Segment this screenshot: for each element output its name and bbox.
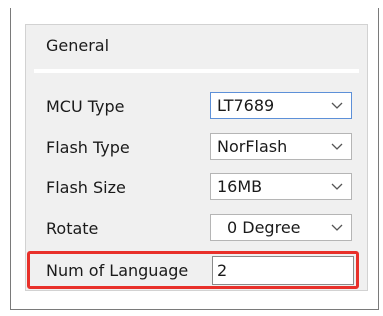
mcu-type-select[interactable]: LT7689 [210, 92, 352, 119]
chevron-down-icon [331, 102, 343, 109]
rotate-value: 0 Degree [227, 218, 301, 237]
flash-size-label: Flash Size [46, 178, 126, 197]
mcu-type-label: MCU Type [46, 97, 125, 116]
groupbox-divider [34, 69, 359, 73]
chevron-down-icon [331, 143, 343, 150]
mcu-type-value: LT7689 [217, 96, 275, 115]
flash-type-label: Flash Type [46, 138, 130, 157]
rotate-label: Rotate [46, 219, 99, 238]
rotate-select[interactable]: 0 Degree [210, 214, 352, 241]
chevron-down-icon [331, 183, 343, 190]
flash-type-value: NorFlash [217, 137, 288, 156]
groupbox-title: General [46, 36, 110, 55]
highlight-box [27, 251, 359, 289]
flash-type-select[interactable]: NorFlash [210, 133, 352, 160]
flash-size-select[interactable]: 16MB [210, 173, 352, 200]
chevron-down-icon [331, 224, 343, 231]
flash-size-value: 16MB [217, 177, 263, 196]
